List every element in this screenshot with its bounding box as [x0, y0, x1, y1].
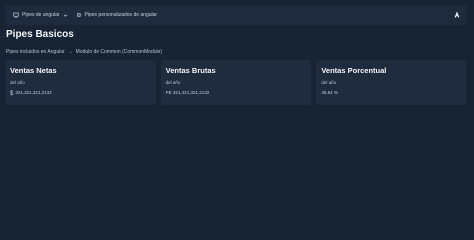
menu-item-label: Pipes de angular [22, 12, 60, 18]
breadcrumb-item: Modulo de Common (CommonModule) [75, 49, 163, 55]
card-ventas-brutas: Ventas Brutas del año PE 321,421,321,213… [160, 60, 312, 105]
card-title: Ventas Brutas [165, 66, 216, 75]
top-menubar: Pipes de angular Pipes personalizados de… [5, 5, 467, 25]
currency-symbol: $ [10, 90, 14, 97]
card-value-text: 321,321,321,2132 [15, 90, 52, 95]
card-value: $321,321,321,2132 [10, 90, 52, 97]
breadcrumb: Pipes incluidos en Angular → Modulo de C… [6, 49, 162, 55]
menu-item-pipes-personalizados[interactable]: Pipes personalizados de angular [72, 9, 162, 21]
card-title: Ventas Netas [10, 66, 57, 75]
page-title: Pipes Basicos [6, 29, 74, 40]
card-ventas-netas: Ventas Netas del año $321,321,321,2132 [5, 60, 156, 105]
card-ventas-porcentual: Ventas Porcentual del año 45.54 % [316, 60, 468, 105]
gear-icon [76, 12, 82, 18]
menu-item-label: Pipes personalizados de angular [84, 12, 158, 18]
card-value: 45.54 % [321, 90, 338, 95]
angular-logo-icon[interactable] [450, 8, 464, 22]
card-title: Ventas Porcentual [321, 66, 387, 75]
card-subtitle: del año [10, 80, 25, 85]
cards-row: Ventas Netas del año $321,321,321,2132 V… [5, 60, 468, 105]
breadcrumb-item: Pipes incluidos en Angular [6, 49, 65, 55]
card-value: PE 321,421,321,2132 [165, 90, 210, 95]
chevron-down-icon [63, 13, 68, 18]
card-subtitle: del año [165, 80, 181, 85]
card-subtitle: del año [321, 80, 337, 85]
menu-item-pipes-angular[interactable]: Pipes de angular [9, 9, 72, 21]
monitor-icon [13, 12, 19, 18]
breadcrumb-separator: → [67, 49, 73, 55]
